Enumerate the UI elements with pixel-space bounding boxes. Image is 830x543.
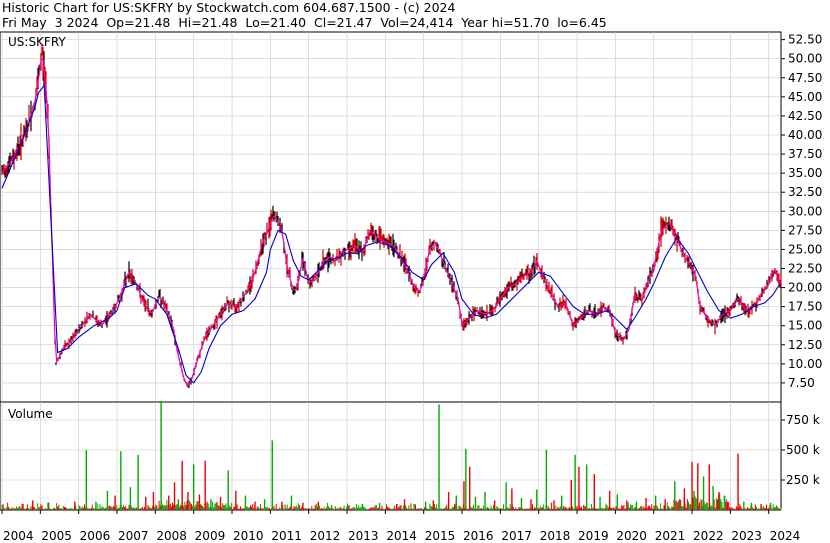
- x-tick-label: 2020: [616, 529, 647, 543]
- header-quote: Fri May 3 2024 Op=21.48 Hi=21.48 Lo=21.4…: [2, 15, 607, 30]
- volume-tick-label: 750 k: [786, 413, 820, 427]
- stock-chart: 7.50 10.00 12.50 15.00 17.50 20.00 22.50 25.00 2…: [0, 0, 830, 543]
- price-tick-label: 17.50: [788, 300, 822, 314]
- x-tick-label: 2019: [578, 529, 609, 543]
- price-tick-label: 40.00: [788, 128, 822, 142]
- x-tick-label: 2017: [501, 529, 532, 543]
- x-tick-label: 2008: [156, 529, 187, 543]
- price-tick-label: 52.50: [788, 33, 822, 47]
- x-tick-label: 2013: [348, 529, 379, 543]
- x-tick-label: 2006: [80, 529, 111, 543]
- header-title: Historic Chart for US:SKFRY by Stockwatc…: [2, 0, 456, 15]
- volume-panel-title: Volume: [8, 407, 53, 421]
- price-tick-label: 15.00: [788, 319, 822, 333]
- price-tick-label: 32.50: [788, 185, 822, 199]
- x-tick-label: 2011: [271, 529, 302, 543]
- price-tick-label: 35.00: [788, 166, 822, 180]
- price-tick-label: 50.00: [788, 52, 822, 66]
- x-tick-label: 2023: [731, 529, 762, 543]
- price-tick-label: 10.00: [788, 357, 822, 371]
- volume-tick-label: 500 k: [786, 443, 820, 457]
- x-tick-label: 2021: [655, 529, 686, 543]
- price-tick-label: 12.50: [788, 338, 822, 352]
- volume-tick-label: 250 k: [786, 473, 820, 487]
- price-tick-label: 37.50: [788, 147, 822, 161]
- x-tick-label: 2004: [3, 529, 34, 543]
- x-tick-label: 2005: [41, 529, 72, 543]
- price-tick-label: 47.50: [788, 71, 822, 85]
- price-tick-label: 45.00: [788, 90, 822, 104]
- price-tick-label: 7.50: [788, 376, 815, 390]
- price-tick-label: 42.50: [788, 109, 822, 123]
- x-tick-label: 2009: [195, 529, 226, 543]
- x-tick-label: 2024: [770, 529, 801, 543]
- price-tick-label: 22.50: [788, 261, 822, 275]
- price-tick-label: 30.00: [788, 204, 822, 218]
- volume-axis: 250 k 500 k 750 k: [781, 413, 820, 487]
- price-tick-label: 20.00: [788, 281, 822, 295]
- x-tick-label: 2016: [463, 529, 494, 543]
- x-tick-label: 2010: [233, 529, 264, 543]
- x-tick-label: 2022: [693, 529, 724, 543]
- x-tick-label: 2012: [310, 529, 341, 543]
- price-tick-label: 25.00: [788, 242, 822, 256]
- x-tick-label: 2014: [386, 529, 417, 543]
- x-tick-label: 2018: [540, 529, 571, 543]
- chart-header: Historic Chart for US:SKFRY by Stockwatc…: [2, 0, 607, 30]
- price-panel-title: US:SKFRY: [8, 35, 66, 49]
- x-tick-label: 2007: [118, 529, 149, 543]
- x-tick-label: 2015: [425, 529, 456, 543]
- price-tick-label: 27.50: [788, 223, 822, 237]
